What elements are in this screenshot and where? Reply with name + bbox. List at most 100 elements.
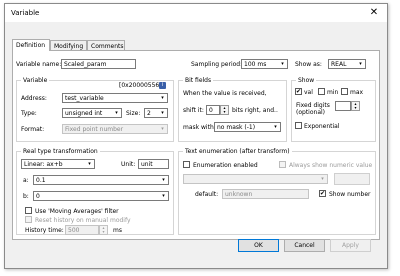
fixed-digits-spinner[interactable]: ▴ ▾ [351, 101, 360, 111]
enumeration-enabled-checkbox[interactable] [183, 161, 190, 168]
moving-averages-label: Use 'Moving Averages' filter [35, 208, 119, 215]
min-checkbox[interactable] [318, 88, 325, 95]
shift-suffix: bits right, and.. [232, 107, 278, 114]
chevron-down-icon: ▾ [281, 61, 284, 67]
tab-modifying[interactable]: Modifying [50, 40, 87, 50]
chevron-down-icon: ▾ [162, 193, 165, 199]
format-label: Format: [21, 126, 45, 133]
transform-type-select[interactable]: Linear: ax+b ▾ [21, 159, 95, 169]
b-select[interactable]: 0 ▾ [33, 191, 169, 201]
variable-name-label: Variable name: [16, 61, 62, 68]
show-group-title: Show [296, 77, 317, 84]
info-icon[interactable]: i [159, 82, 166, 89]
show-as-value: REAL [331, 61, 347, 68]
size-label: Size: [126, 110, 141, 117]
fixed-digits-sub: (optional) [296, 109, 325, 116]
size-value: 2 [147, 110, 151, 117]
bit-fields-description: When the value is received, [183, 90, 267, 97]
a-select[interactable]: 0.1 ▾ [33, 175, 169, 185]
fixed-digits-input[interactable] [335, 101, 351, 111]
history-time-input[interactable]: 500 [65, 225, 99, 235]
chevron-down-icon: ▾ [321, 176, 324, 182]
chevron-down-icon: ▾ [359, 61, 362, 67]
exponential-checkbox[interactable] [295, 122, 302, 129]
unit-input[interactable]: unit [138, 159, 169, 169]
spin-down-icon[interactable]: ▾ [221, 110, 228, 114]
spin-down-icon[interactable]: ▾ [352, 106, 359, 110]
b-value: 0 [36, 193, 40, 200]
address-select[interactable]: test_variable ▾ [62, 93, 168, 103]
shift-input[interactable]: 0 [206, 105, 220, 115]
variable-name-input[interactable]: Scaled_param [61, 59, 136, 69]
ok-button[interactable]: OK [238, 239, 279, 252]
spin-down-icon[interactable]: ▾ [100, 230, 107, 234]
default-label: default: [195, 191, 219, 198]
chevron-down-icon: ▾ [161, 126, 164, 132]
tab-comments[interactable]: Comments [87, 40, 125, 50]
tab-definition[interactable]: Definition [12, 39, 50, 51]
shift-label: shift it: [183, 107, 204, 114]
window-title: Variable [11, 9, 40, 17]
enumeration-select[interactable]: ▾ [183, 174, 328, 184]
variable-dialog: Variable ✕ Definition Modifying Comments… [4, 3, 388, 269]
max-checkbox[interactable] [341, 88, 348, 95]
bit-fields-group-title: Bit fields [183, 77, 214, 84]
show-as-label: Show as: [295, 61, 322, 68]
sampling-period-select[interactable]: 100 ms ▾ [241, 59, 288, 69]
reset-history-label: Reset history on manual modify [35, 217, 131, 224]
close-icon[interactable]: ✕ [368, 7, 380, 19]
history-time-unit: ms [113, 227, 122, 234]
show-as-select[interactable]: REAL ▾ [328, 59, 366, 69]
address-value: test_variable [65, 95, 104, 102]
size-select[interactable]: 2 ▾ [144, 108, 168, 118]
fixed-digits-label: Fixed digits [296, 102, 330, 109]
b-label: b: [23, 193, 29, 200]
transform-type-value: Linear: ax+b [24, 161, 63, 168]
always-show-numeric-checkbox[interactable] [279, 161, 286, 168]
type-select[interactable]: unsigned int ▾ [62, 108, 122, 118]
history-time-spinner[interactable]: ▴ ▾ [99, 225, 108, 235]
cancel-button[interactable]: Cancel [284, 239, 325, 252]
val-label: val [304, 89, 313, 96]
address-label: Address: [21, 95, 47, 102]
chevron-down-icon: ▾ [161, 95, 164, 101]
check-icon: ✔ [296, 88, 302, 95]
sampling-period-label: Sampling period: [191, 61, 243, 68]
default-input[interactable]: unknown [222, 189, 309, 199]
variable-group-title: Variable [21, 77, 50, 84]
show-number-label: Show number [329, 191, 371, 198]
exponential-label: Exponential [304, 123, 340, 130]
title-bar: Variable ✕ [5, 4, 387, 22]
chevron-down-icon: ▾ [274, 124, 277, 130]
max-label: max [350, 89, 364, 96]
chevron-down-icon: ▾ [88, 161, 91, 167]
history-time-label: History time: [25, 227, 64, 234]
address-hex: [0x20000556] [119, 82, 162, 89]
shift-spinner[interactable]: ▴ ▾ [220, 105, 229, 115]
always-show-numeric-label: Always show numeric value [289, 162, 373, 169]
show-number-checkbox[interactable]: ✔ [319, 190, 326, 197]
chevron-down-icon: ▾ [162, 177, 165, 183]
min-label: min [327, 89, 339, 96]
sampling-period-value: 100 ms [244, 61, 267, 68]
a-value: 0.1 [36, 177, 46, 184]
chevron-down-icon: ▾ [161, 110, 164, 116]
enumeration-group-title: Text enumeration (after transform) [183, 148, 292, 155]
unit-label: Unit: [121, 161, 136, 168]
definition-panel: Variable name: Scaled_param Sampling per… [12, 50, 380, 240]
a-label: a: [23, 177, 29, 184]
mask-value: no mask (-1) [217, 124, 256, 131]
format-select[interactable]: Fixed point number ▾ [62, 124, 168, 134]
format-value: Fixed point number [65, 126, 124, 133]
chevron-down-icon: ▾ [115, 110, 118, 116]
enumeration-edit-button[interactable] [334, 173, 370, 185]
moving-averages-checkbox[interactable] [25, 207, 32, 214]
type-value: unsigned int [65, 110, 103, 117]
enumeration-enabled-label: Enumeration enabled [193, 162, 258, 169]
mask-select[interactable]: no mask (-1) ▾ [214, 122, 281, 132]
val-checkbox[interactable]: ✔ [295, 88, 302, 95]
reset-history-checkbox[interactable] [25, 216, 32, 223]
type-label: Type: [21, 110, 37, 117]
apply-button[interactable]: Apply [330, 239, 371, 252]
check-icon: ✔ [320, 190, 326, 197]
